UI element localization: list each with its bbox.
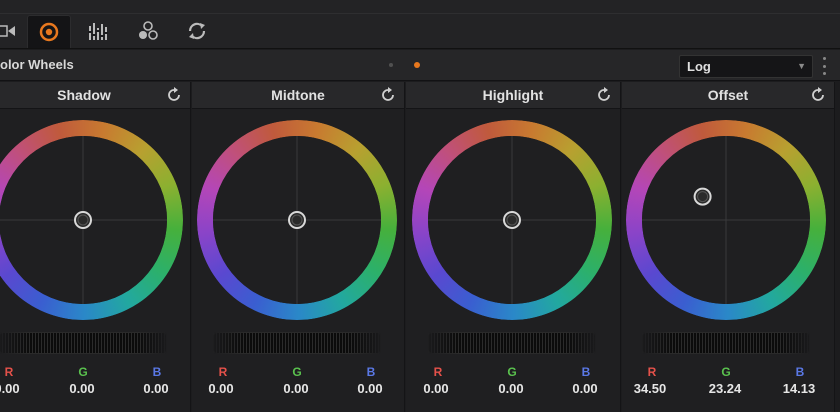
reset-icon[interactable] [380, 87, 396, 103]
wheel-panel-shadow: Shadow R G B .00 0.00 0.00 [0, 82, 191, 412]
color-wheel[interactable] [406, 108, 620, 323]
color-wheels-icon [39, 22, 59, 42]
panel-title: olor Wheels [0, 57, 74, 72]
master-wheel-slider[interactable] [428, 332, 596, 354]
color-wheels-tab[interactable] [27, 15, 71, 48]
r-label: R [433, 365, 443, 379]
motion-effects-tab[interactable] [176, 15, 218, 47]
b-value[interactable]: 0.00 [557, 381, 613, 396]
b-value[interactable]: 0.00 [342, 381, 398, 396]
wheel-panel-highlight: Highlight R G B 0.00 0.00 0.00 [406, 82, 621, 412]
toolbar-divider [0, 13, 840, 14]
g-value[interactable]: 0.00 [483, 381, 539, 396]
color-wheel[interactable] [192, 108, 404, 323]
b-label: B [795, 365, 805, 379]
color-wheel[interactable] [0, 108, 190, 323]
rgb-mixer-tab[interactable] [78, 15, 120, 47]
g-value[interactable]: 0.00 [268, 381, 324, 396]
b-value[interactable]: 0.00 [128, 381, 184, 396]
motion-effects-icon [188, 22, 206, 40]
camera-raw-icon [0, 25, 15, 37]
wheel-puck[interactable] [503, 211, 521, 229]
r-value[interactable]: 0.00 [0, 381, 35, 396]
reset-icon[interactable] [166, 87, 182, 103]
r-value[interactable]: 0.00 [193, 381, 249, 396]
options-menu-icon[interactable] [821, 57, 827, 75]
color-nodes-icon [139, 21, 158, 40]
color-wheel[interactable] [622, 108, 834, 323]
r-value[interactable]: 0.00 [408, 381, 464, 396]
wheel-mode-dropdown[interactable]: Log ▼ [679, 55, 813, 78]
wheel-header: Offset [622, 82, 834, 109]
g-label: G [721, 365, 731, 379]
wheel-header: Midtone [192, 82, 404, 109]
wheel-puck[interactable] [693, 187, 712, 206]
b-label: B [152, 365, 162, 379]
wheel-title: Shadow [57, 87, 111, 103]
rgb-mixer-icon [88, 23, 108, 40]
wheel-title: Offset [707, 87, 749, 103]
master-wheel-slider[interactable] [0, 332, 167, 354]
g-label: G [292, 365, 302, 379]
camera-raw-tab[interactable] [0, 15, 28, 47]
r-label: R [4, 365, 14, 379]
wheel-panel-offset: Offset R G B 34.50 23.24 14.13 [622, 82, 835, 412]
reset-icon[interactable] [596, 87, 612, 103]
g-label: G [507, 365, 517, 379]
b-value[interactable]: 14.13 [771, 381, 827, 396]
wheel-header: Shadow [0, 82, 190, 109]
b-label: B [581, 365, 591, 379]
wheel-title: Highlight [482, 87, 544, 103]
r-value[interactable]: 34.50 [622, 381, 678, 396]
master-wheel-slider[interactable] [213, 332, 381, 354]
wheel-title: Midtone [271, 87, 325, 103]
page-indicator-dot[interactable] [389, 63, 393, 67]
active-page-indicator-dot[interactable] [414, 62, 420, 68]
b-label: B [366, 365, 376, 379]
toolbar [0, 0, 840, 49]
wheel-panel-midtone: Midtone R G B 0.00 0.00 0.00 [192, 82, 405, 412]
color-nodes-tab[interactable] [127, 15, 169, 47]
r-label: R [647, 365, 657, 379]
wheel-header: Highlight [406, 82, 620, 109]
wheel-mode-value: Log [687, 59, 711, 74]
chevron-down-icon: ▼ [797, 61, 806, 71]
reset-icon[interactable] [810, 87, 826, 103]
g-value[interactable]: 0.00 [54, 381, 110, 396]
wheel-puck[interactable] [288, 211, 306, 229]
wheel-puck[interactable] [74, 211, 92, 229]
g-value[interactable]: 23.24 [697, 381, 753, 396]
r-label: R [218, 365, 228, 379]
master-wheel-slider[interactable] [642, 332, 810, 354]
g-label: G [78, 365, 88, 379]
